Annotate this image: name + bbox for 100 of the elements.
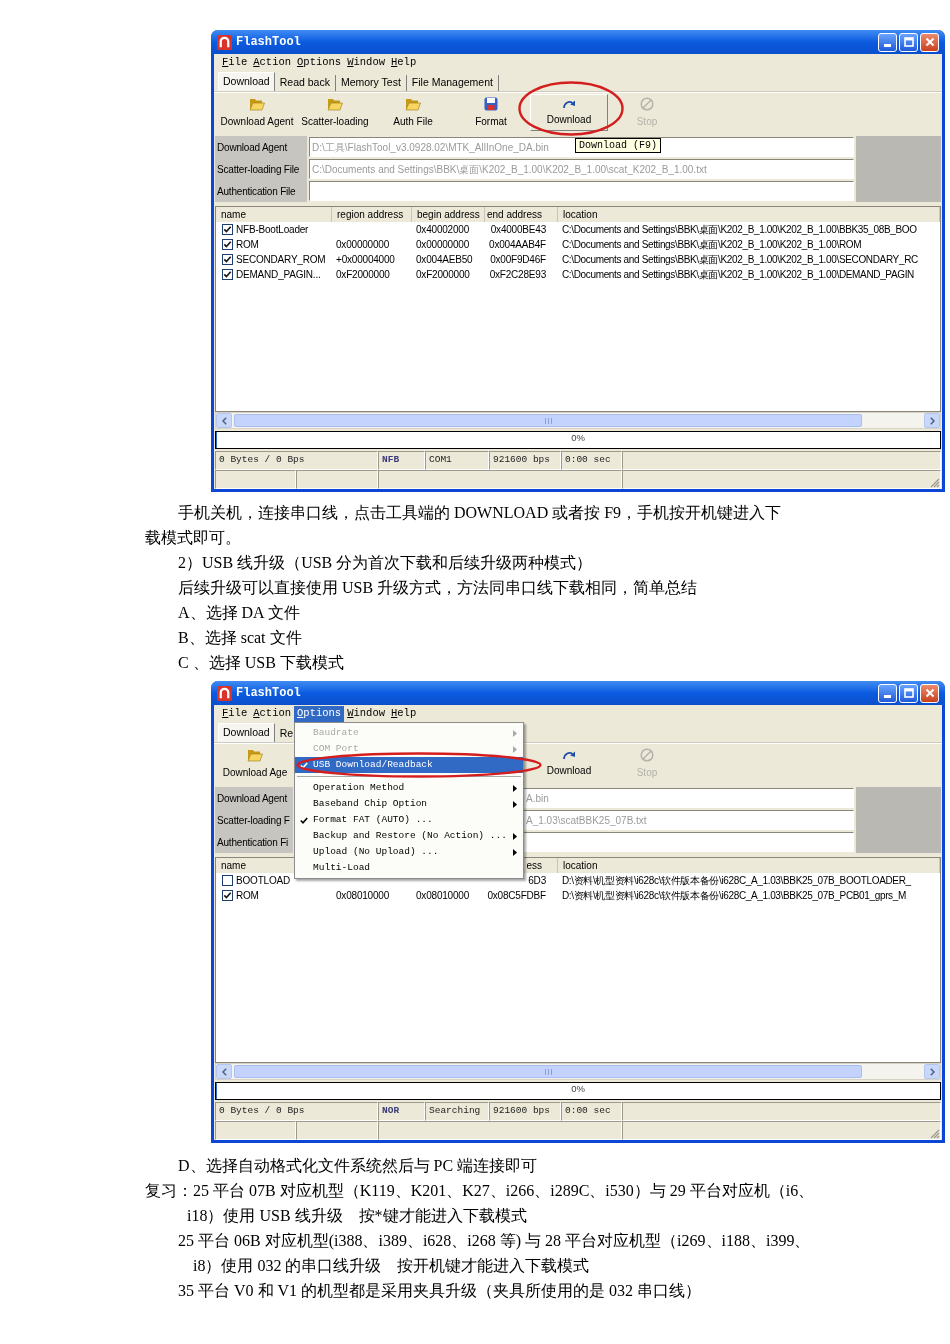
menu-item[interactable]: Options bbox=[294, 706, 345, 722]
table-cell-text: D:\资料\机型资料\i628c\软件版本备份\i628C_A_1.03\BBK25_07B_BOOTLOADER_ bbox=[562, 874, 911, 888]
scrollbar-thumb[interactable] bbox=[234, 414, 862, 427]
table-cell-text: BOOTLOAD bbox=[236, 874, 290, 888]
minimize-icon bbox=[884, 43, 891, 47]
checkbox[interactable] bbox=[222, 239, 233, 250]
paragraph: A、选择 DA 文件 bbox=[177, 603, 301, 623]
scroll-right-button[interactable] bbox=[924, 413, 940, 428]
grip-icon bbox=[544, 1068, 552, 1075]
tooltip: Download (F9) bbox=[575, 138, 661, 153]
toolbar-button[interactable]: Scatter-loading bbox=[296, 94, 374, 131]
chevron-right-icon bbox=[929, 1067, 935, 1076]
menu-item[interactable]: Window bbox=[344, 55, 388, 71]
menu-option[interactable]: Multi-Load bbox=[295, 860, 524, 876]
path-field[interactable] bbox=[309, 181, 854, 201]
toolbar-button[interactable]: Download Agent bbox=[218, 94, 296, 131]
field-label: Download Agent bbox=[215, 136, 307, 158]
table-cell-text: D:\资料\机型资料\i628c\软件版本备份\i628C_A_1.03\BBK25_07B_PCB01_gprs_M bbox=[562, 889, 906, 903]
tab[interactable]: Download bbox=[218, 72, 275, 91]
tab[interactable]: Read back bbox=[274, 75, 336, 91]
column-header[interactable]: ess bbox=[526, 858, 542, 873]
minimize-button[interactable] bbox=[878, 683, 897, 703]
checkbox[interactable] bbox=[222, 875, 233, 886]
maximize-button[interactable] bbox=[899, 32, 918, 52]
status-cell: 921600 bps bbox=[489, 1102, 561, 1121]
minimize-icon bbox=[884, 694, 891, 698]
table-cell-text: 0x08C5FDBF bbox=[487, 889, 546, 903]
toolbar-button[interactable]: Download bbox=[530, 745, 608, 782]
paragraph: 25 平台 06B 对应机型(i388、i389、i628、i268 等) 与 28 平台对应机型（i269、i188、i399、i8）使用 032 的串口线升级 按开机键才能进入下载模式 bbox=[177, 1231, 812, 1276]
column-header[interactable]: location bbox=[563, 858, 598, 873]
menu-item[interactable]: Action bbox=[250, 706, 295, 722]
table-cell-text: 0x00F9D46F bbox=[490, 253, 546, 267]
menu-item[interactable]: File bbox=[219, 55, 251, 71]
table-cell-text: ROM bbox=[236, 889, 259, 903]
chevron-left-icon bbox=[221, 1067, 227, 1076]
menu-option[interactable]: Upload (No Upload) ... bbox=[295, 844, 524, 860]
menu-item[interactable]: Help bbox=[388, 706, 420, 722]
menu-option[interactable]: Backup and Restore (No Action) ... bbox=[295, 828, 524, 844]
column-header[interactable]: begin address bbox=[417, 207, 480, 222]
field-label: Download Agent bbox=[215, 787, 293, 809]
tab[interactable]: File Management bbox=[406, 75, 499, 91]
minimize-button[interactable] bbox=[878, 32, 897, 52]
table-cell-text: ROM bbox=[236, 238, 259, 252]
scroll-right-button[interactable] bbox=[924, 1064, 940, 1079]
close-button[interactable] bbox=[920, 32, 939, 52]
scrollbar-thumb[interactable] bbox=[234, 1065, 862, 1078]
toolbar-button[interactable]: Download bbox=[530, 94, 608, 131]
table-cell-text: DEMAND_PAGIN... bbox=[236, 268, 321, 282]
app-icon bbox=[217, 34, 232, 50]
column-header[interactable]: region address bbox=[337, 207, 404, 222]
checkbox[interactable] bbox=[222, 224, 233, 235]
status-cell: COM1 bbox=[425, 451, 489, 470]
open-folder-icon bbox=[247, 747, 263, 762]
toolbar-button[interactable]: Auth File bbox=[374, 94, 452, 131]
table-cell-text: NFB-BootLoader bbox=[236, 223, 309, 237]
checkbox[interactable] bbox=[222, 890, 233, 901]
paragraph: 35 平台 V0 和 V1 的机型都是采用夹具升级（夹具所使用的是 032 串口线） bbox=[177, 1281, 703, 1301]
table-cell-text: C:\Documents and Settings\BBK\桌面\K202_B_1.00\K202_B_1.00\SECONDARY_RC bbox=[562, 253, 918, 267]
tab[interactable]: Memory Test bbox=[335, 75, 407, 91]
tab[interactable]: Re bbox=[274, 726, 300, 742]
column-header[interactable]: name bbox=[221, 858, 246, 873]
maximize-button[interactable] bbox=[899, 683, 918, 703]
checkbox[interactable] bbox=[222, 254, 233, 265]
tab[interactable]: Download bbox=[218, 723, 275, 742]
scroll-left-button[interactable] bbox=[216, 413, 232, 428]
table-cell-text: 0x004AEB50 bbox=[416, 253, 473, 267]
horizontal-scrollbar[interactable] bbox=[215, 1063, 941, 1080]
table-cell-text: SECONDARY_ROM bbox=[236, 253, 326, 267]
paragraph: 复习：25 平台 07B 对应机型（K119、K201、K27、i266、i289C、i530）与 29 平台对应机（i6、i18）使用 USB 线升级 按*键才能进入下载模式 bbox=[145, 1181, 816, 1226]
toolbar-button[interactable]: Download Age bbox=[218, 745, 292, 782]
menu-item[interactable]: Help bbox=[388, 55, 420, 71]
table-cell-text: C:\Documents and Settings\BBK\桌面\K202_B_1.00\K202_B_1.00\ROM bbox=[562, 238, 862, 252]
status-cell: 921600 bps bbox=[489, 451, 561, 470]
progress-text: 0% bbox=[571, 1083, 585, 1095]
column-header[interactable]: end address bbox=[486, 207, 542, 222]
circle-slash-icon bbox=[640, 96, 654, 111]
close-button[interactable] bbox=[920, 683, 939, 703]
scroll-left-button[interactable] bbox=[216, 1064, 232, 1079]
checkbox[interactable] bbox=[222, 269, 233, 280]
menu-option[interactable]: USB Download/Readback bbox=[295, 757, 524, 773]
status-cell: 0 Bytes / 0 Bps bbox=[215, 451, 378, 470]
menu-item[interactable]: File bbox=[219, 706, 251, 722]
horizontal-scrollbar[interactable] bbox=[215, 412, 941, 429]
column-header[interactable]: location bbox=[563, 207, 598, 222]
chevron-left-icon bbox=[221, 416, 227, 425]
app-icon bbox=[217, 685, 232, 701]
table-cell-text: 0xF2000000 bbox=[416, 268, 470, 282]
menu-item[interactable]: Options bbox=[294, 55, 345, 71]
paragraph: 手机关机，连接串口线，点击工具端的 DOWNLOAD 或者按 F9，手机按开机键进入下载模式即可。 bbox=[145, 503, 783, 548]
column-header[interactable]: name bbox=[221, 207, 246, 222]
paragraph: C 、选择 USB 下载模式 bbox=[177, 653, 345, 673]
menu-item[interactable]: Action bbox=[250, 55, 295, 71]
toolbar-button[interactable]: Format bbox=[452, 94, 530, 131]
table-cell-text: +0x00004000 bbox=[336, 253, 395, 267]
paragraph: 2）USB 线升级（USB 分为首次下载和后续升级两种模式） bbox=[177, 553, 594, 573]
menu-item[interactable]: Window bbox=[344, 706, 388, 722]
table-cell-text: C:\Documents and Settings\BBK\桌面\K202_B_1.00\K202_B_1.00\DEMAND_PAGIN bbox=[562, 268, 914, 282]
table-cell-text: 0x00000000 bbox=[416, 238, 470, 252]
circle-slash-icon bbox=[640, 747, 654, 762]
table-cell-text: 0x4000BE43 bbox=[490, 223, 546, 237]
